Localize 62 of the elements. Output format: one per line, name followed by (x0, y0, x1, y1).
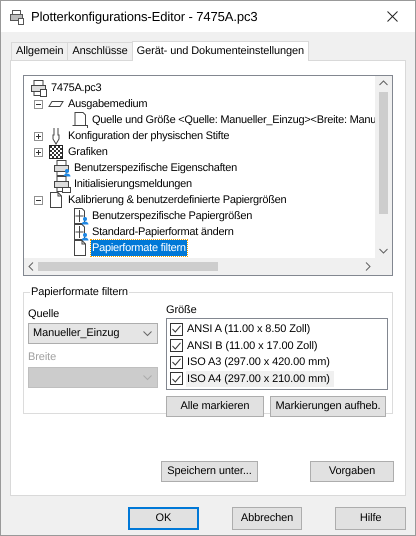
scrollbar-thumb[interactable] (38, 262, 218, 271)
chevron-down-icon (143, 330, 152, 336)
field-label: Breite (28, 350, 58, 364)
expand-toggle[interactable] (34, 148, 43, 156)
vertical-scrollbar[interactable] (375, 76, 392, 258)
tree-item[interactable]: Papierformate filtern (91, 240, 187, 256)
tree-item[interactable]: Konfiguration der physischen Stifte (67, 128, 230, 144)
dialog-button[interactable]: Markierungen aufheb. (270, 396, 386, 417)
checkbox[interactable] (170, 339, 183, 352)
printer-user-icon (53, 159, 71, 177)
document-icon (71, 239, 89, 257)
dialog-button[interactable]: Abbrechen (232, 507, 302, 530)
list-item[interactable]: ISO A3 (297.00 x 420.00 mm) (186, 354, 334, 370)
tab[interactable]: Allgemein (11, 42, 68, 60)
tree-item[interactable]: Kalibrierung & benutzerdefinierte Papiergrößen (67, 192, 288, 208)
tree-item[interactable]: Benutzerspezifische Papiergrößen (91, 208, 254, 224)
printer-message-icon (53, 175, 71, 193)
dialog-button[interactable]: Vorgaben (310, 461, 394, 482)
collapse-toggle[interactable] (34, 196, 43, 204)
dropdown[interactable]: Manueller_Einzug (28, 323, 158, 344)
dialog-button[interactable]: Speichern unter... (161, 461, 258, 482)
printer-icon (30, 79, 48, 97)
chevron-right-icon[interactable] (365, 262, 371, 271)
tab[interactable]: Gerät- und Dokumenteinstellungen (132, 41, 310, 61)
paper-size-icon (71, 207, 89, 225)
list-item[interactable]: ISO A4 (297.00 x 210.00 mm) (186, 370, 334, 387)
paper-tray-icon (71, 111, 89, 129)
dropdown-value: Manueller_Einzug (33, 326, 120, 342)
tree-item[interactable]: Initialisierungsmeldungen (73, 176, 193, 192)
scrollbar-thumb[interactable] (379, 92, 388, 214)
tree-item[interactable]: Quelle und Größe <Quelle: Manueller_Einzug><Breite: Manu (91, 112, 375, 128)
checker-pattern-icon (47, 143, 65, 161)
chevron-down-icon (143, 374, 152, 380)
checkbox[interactable] (170, 356, 183, 369)
close-icon (386, 11, 398, 22)
field-label: Größe (166, 303, 198, 317)
checkbox[interactable] (170, 372, 183, 386)
field-label: Quelle (28, 307, 60, 321)
chevron-left-icon[interactable] (28, 262, 34, 271)
tree-item[interactable]: Ausgabemedium (67, 96, 148, 112)
tree-item[interactable]: Grafiken (67, 144, 109, 160)
plus-icon (35, 132, 42, 140)
document-icon (47, 191, 65, 209)
plus-icon (35, 148, 42, 156)
expand-toggle[interactable] (34, 132, 43, 140)
horizontal-scrollbar[interactable] (24, 258, 375, 275)
window-title: Plotterkonfigurations-Editor - 7475A.pc3 (31, 8, 258, 26)
group-title: Papierformate filtern (30, 285, 129, 299)
dialog-button[interactable]: Hilfe (335, 507, 406, 530)
dialog-button[interactable]: OK (128, 507, 199, 530)
chevron-down-icon[interactable] (379, 248, 388, 254)
printer-icon (9, 8, 25, 24)
dialog-button[interactable]: Alle markieren (166, 396, 264, 417)
list-item[interactable]: ANSI B (11.00 x 17.00 Zoll) (186, 338, 322, 354)
tree-item[interactable]: Standard-Papierformat ändern (91, 224, 235, 240)
tree-item[interactable]: 7475A.pc3 (50, 80, 102, 96)
checkbox[interactable] (170, 322, 183, 336)
paper-size-icon (71, 223, 89, 241)
tree-item[interactable]: Benutzerspezifische Eigenschaften (73, 160, 238, 176)
collapse-toggle[interactable] (34, 100, 43, 108)
chevron-up-icon[interactable] (379, 80, 388, 86)
list-item[interactable]: ANSI A (11.00 x 8.50 Zoll) (186, 321, 314, 338)
